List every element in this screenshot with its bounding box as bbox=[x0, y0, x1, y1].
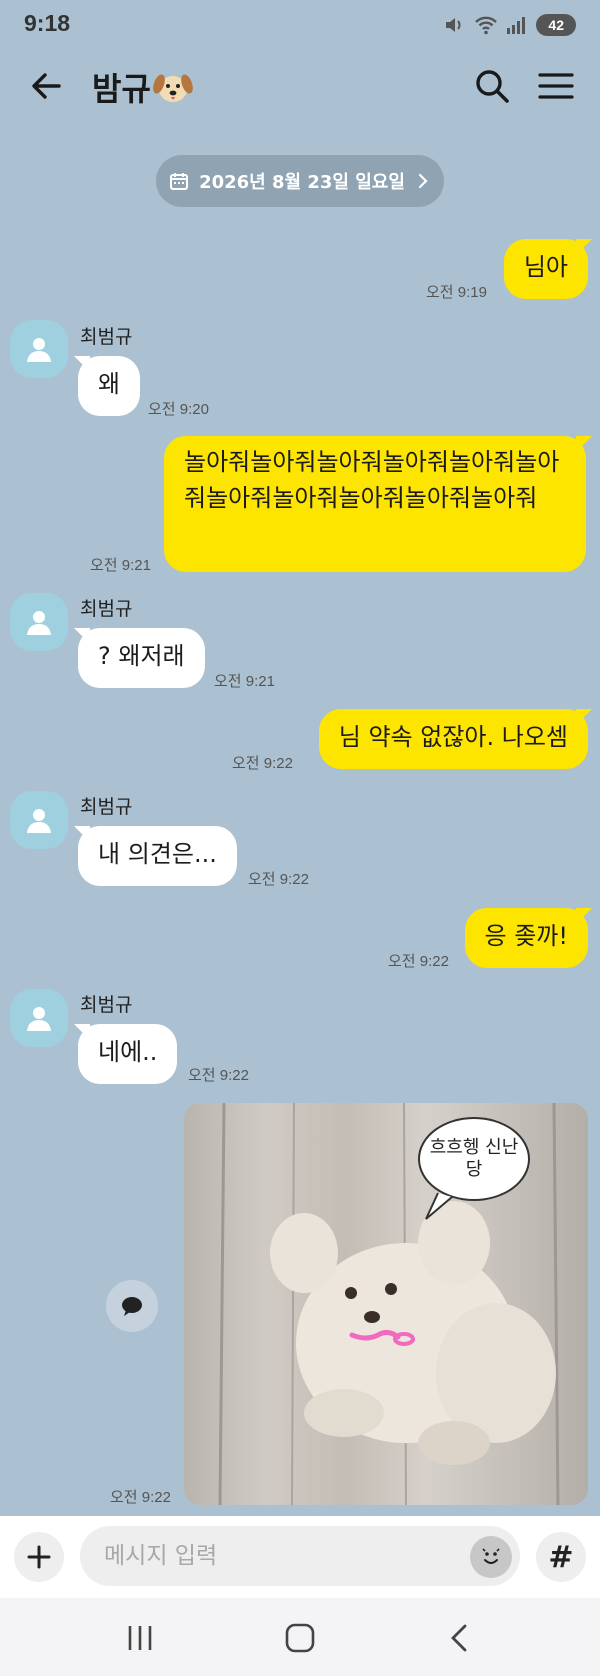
message-time: 오전 9:22 bbox=[232, 755, 293, 772]
message-bubble[interactable]: ? 왜저래 bbox=[78, 628, 205, 688]
arrow-left-icon bbox=[32, 73, 61, 99]
message-bubble[interactable]: 응 좆까! bbox=[464, 908, 588, 968]
person-icon bbox=[27, 611, 51, 635]
sender-name: 최범규 bbox=[80, 598, 133, 620]
message-bubble[interactable]: 왜 bbox=[78, 356, 141, 416]
chevron-left-icon bbox=[451, 1624, 467, 1652]
home-button[interactable] bbox=[278, 1616, 322, 1660]
sender-name: 최범규 bbox=[80, 994, 133, 1016]
message-text: 님아 bbox=[523, 253, 568, 281]
recent-apps-icon bbox=[128, 1626, 152, 1650]
plus-icon bbox=[27, 1545, 51, 1569]
sender-name: 최범규 bbox=[80, 796, 133, 818]
wifi-icon bbox=[475, 16, 498, 35]
avatar[interactable] bbox=[10, 791, 68, 849]
hashtag-button[interactable]: # bbox=[536, 1532, 586, 1582]
message-bubble[interactable]: 님아 bbox=[503, 239, 588, 299]
sticker-caption: 흐흐헹 신난 당 bbox=[429, 1137, 519, 1180]
speech-bubble-sticker: 흐흐헹 신난 당 bbox=[418, 1117, 530, 1201]
hamburger-menu-icon bbox=[538, 73, 574, 99]
home-icon bbox=[285, 1623, 315, 1653]
back-nav-button[interactable] bbox=[438, 1616, 482, 1660]
search-icon bbox=[476, 70, 509, 103]
message-time: 오전 9:22 bbox=[188, 1067, 249, 1084]
message-time: 오전 9:22 bbox=[388, 953, 449, 970]
message-bubble[interactable]: 놀아줘놀아줘놀아줘놀아줘놀아줘놀아줘놀아줘놀아줘놀아줘놀아줘놀아줘 bbox=[164, 436, 586, 572]
system-nav-bar bbox=[0, 1598, 600, 1676]
photo-message[interactable]: 흐흐헹 신난 당 bbox=[184, 1103, 588, 1505]
message-text: ? 왜저래 bbox=[98, 642, 185, 670]
message-time: 오전 9:22 bbox=[248, 871, 309, 888]
message-time: 오전 9:21 bbox=[90, 557, 151, 574]
message-input[interactable] bbox=[80, 1526, 520, 1586]
message-time: 오전 9:20 bbox=[148, 401, 209, 418]
share-button[interactable] bbox=[106, 1280, 158, 1332]
person-icon bbox=[27, 809, 51, 833]
calendar-icon bbox=[170, 173, 189, 190]
message-bubble[interactable]: 님 약속 없잖아. 나오셈 bbox=[318, 709, 588, 769]
back-button[interactable] bbox=[26, 66, 66, 106]
date-chip[interactable]: 2026년 8월 23일 일요일 bbox=[156, 155, 444, 207]
avatar[interactable] bbox=[10, 989, 68, 1047]
status-time: 9:18 bbox=[24, 10, 71, 36]
date-label: 2026년 8월 23일 일요일 bbox=[199, 172, 405, 193]
speech-bubble-tail bbox=[425, 1192, 453, 1220]
message-text: 네에.. bbox=[98, 1038, 158, 1066]
message-time: 오전 9:19 bbox=[426, 284, 487, 301]
battery-indicator: 42 bbox=[536, 14, 576, 36]
avatar[interactable] bbox=[10, 320, 68, 378]
status-bar: 9:18 42 bbox=[0, 0, 600, 52]
attach-button[interactable] bbox=[14, 1532, 64, 1582]
dog-face-emoji-icon bbox=[153, 74, 193, 102]
recent-apps-button[interactable] bbox=[118, 1616, 162, 1660]
emoji-icon bbox=[482, 1548, 500, 1564]
signal-icon bbox=[507, 17, 526, 34]
message-bubble[interactable]: 내 의견은... bbox=[78, 826, 237, 886]
message-time: 오전 9:22 bbox=[110, 1489, 171, 1506]
chat-header: 밤규 bbox=[0, 52, 600, 124]
chat-title-text: 밤규 bbox=[92, 70, 151, 108]
chat-title: 밤규 bbox=[92, 64, 193, 110]
person-icon bbox=[27, 1007, 51, 1031]
chevron-right-icon bbox=[418, 173, 428, 189]
person-icon bbox=[27, 338, 51, 362]
input-bar: # bbox=[0, 1516, 600, 1598]
avatar[interactable] bbox=[10, 593, 68, 651]
status-icons: 42 bbox=[444, 14, 576, 36]
speech-bubble-icon bbox=[122, 1297, 142, 1316]
message-bubble[interactable]: 네에.. bbox=[78, 1024, 178, 1084]
emoji-button[interactable] bbox=[470, 1536, 512, 1578]
volume-icon bbox=[446, 18, 461, 32]
sender-name: 최범규 bbox=[80, 326, 133, 348]
hash-icon: # bbox=[548, 1539, 574, 1575]
menu-button[interactable] bbox=[536, 66, 576, 106]
message-text: 내 의견은... bbox=[98, 840, 217, 868]
search-button[interactable] bbox=[472, 66, 512, 106]
message-text: 놀아줘놀아줘놀아줘놀아줘놀아줘놀아줘놀아줘놀아줘놀아줘놀아줘놀아줘 bbox=[184, 448, 560, 512]
message-text: 왜 bbox=[98, 370, 121, 398]
message-time: 오전 9:21 bbox=[214, 673, 275, 690]
message-text: 님 약속 없잖아. 나오셈 bbox=[338, 723, 568, 751]
message-text: 응 좆까! bbox=[484, 922, 569, 950]
